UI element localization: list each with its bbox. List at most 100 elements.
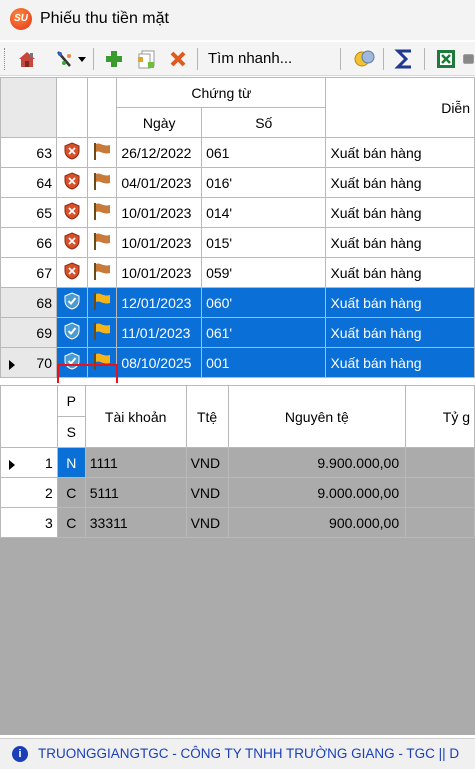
locked-shield-icon[interactable] [56, 257, 88, 288]
exchange-rate[interactable] [405, 477, 475, 508]
row-number[interactable]: 68 [0, 287, 57, 318]
voucher-number[interactable]: 015' [201, 227, 327, 258]
debit-credit-flag[interactable]: C [56, 477, 86, 508]
voucher-number[interactable]: 061' [201, 317, 327, 348]
account-code[interactable]: 33311 [84, 507, 187, 538]
sum-icon[interactable] [392, 46, 418, 72]
original-amount[interactable]: 900.000,00 [227, 507, 407, 538]
flag-icon[interactable] [86, 227, 118, 258]
voucher-description[interactable]: Xuất bán hàng [325, 257, 475, 288]
posted-shield-icon[interactable] [56, 287, 88, 318]
date-header[interactable]: Ngày [116, 107, 203, 138]
dropdown-icon[interactable] [76, 46, 88, 72]
voucher-number[interactable]: 001 [201, 347, 327, 378]
detail-row[interactable]: 3 C 33311 VND 900.000,00 [0, 507, 475, 538]
more-icon[interactable] [462, 46, 475, 72]
voucher-date[interactable]: 12/01/2023 [116, 287, 203, 318]
filter-icon[interactable] [52, 46, 78, 72]
row-number[interactable]: 3 [0, 507, 58, 538]
add-icon[interactable] [101, 46, 127, 72]
currency-header[interactable]: Ttệ [185, 385, 229, 448]
voucher-row[interactable]: 67 10/01/2023 059' Xuất bán hàng [0, 257, 475, 288]
voucher-description[interactable]: Xuất bán hàng [325, 347, 475, 378]
original-amount[interactable]: 9.900.000,00 [227, 447, 407, 478]
currency-code[interactable]: VND [185, 477, 229, 508]
detail-row[interactable]: 2 C 5111 VND 9.000.000,00 [0, 477, 475, 508]
currency-code[interactable]: VND [185, 447, 229, 478]
voucher-date[interactable]: 10/01/2023 [116, 227, 203, 258]
posted-shield-icon[interactable] [56, 317, 88, 348]
voucher-row[interactable]: 66 10/01/2023 015' Xuất bán hàng [0, 227, 475, 258]
currency-code[interactable]: VND [185, 507, 229, 538]
original-amount[interactable]: 9.000.000,00 [227, 477, 407, 508]
voucher-date[interactable]: 26/12/2022 [116, 137, 203, 168]
quick-search-field[interactable]: Tìm nhanh... [203, 47, 333, 71]
corner-header[interactable] [0, 77, 57, 138]
locked-shield-icon[interactable] [56, 137, 88, 168]
number-header[interactable]: Số [201, 107, 327, 138]
voucher-date[interactable]: 10/01/2023 [116, 257, 203, 288]
row-number[interactable]: 70 [0, 347, 57, 378]
flag-icon[interactable] [86, 287, 118, 318]
locked-shield-icon[interactable] [56, 227, 88, 258]
row-number[interactable]: 63 [0, 137, 57, 168]
voucher-date[interactable]: 08/10/2025 [116, 347, 203, 378]
description-header[interactable]: Diễn [325, 77, 475, 138]
voucher-row[interactable]: 68 12/01/2023 060' Xuất bán hàng [0, 287, 475, 318]
exchange-rate[interactable] [405, 447, 475, 478]
voucher-group-header[interactable]: Chứng từ [116, 77, 327, 108]
voucher-date[interactable]: 10/01/2023 [116, 197, 203, 228]
voucher-number[interactable]: 059' [201, 257, 327, 288]
toolbar-grip[interactable] [4, 48, 5, 70]
copy-icon[interactable] [134, 46, 160, 72]
row-number[interactable]: 64 [0, 167, 57, 198]
exchange-rate[interactable] [405, 507, 475, 538]
flag-icon[interactable] [86, 197, 118, 228]
excel-icon[interactable] [433, 46, 459, 72]
locked-shield-icon[interactable] [56, 197, 88, 228]
status-header[interactable] [56, 77, 88, 138]
p-header[interactable]: P [56, 385, 86, 417]
voucher-number[interactable]: 014' [201, 197, 327, 228]
locked-shield-icon[interactable] [56, 167, 88, 198]
flag-header[interactable] [86, 77, 118, 138]
row-number[interactable]: 2 [0, 477, 58, 508]
row-number[interactable]: 66 [0, 227, 57, 258]
search-coins-icon[interactable] [352, 46, 378, 72]
rate-header[interactable]: Tỷ g [405, 385, 475, 448]
row-number[interactable]: 67 [0, 257, 57, 288]
voucher-date[interactable]: 04/01/2023 [116, 167, 203, 198]
voucher-row[interactable]: 63 26/12/2022 061 Xuất bán hàng [0, 137, 475, 168]
delete-icon[interactable] [165, 46, 191, 72]
s-header[interactable]: S [56, 416, 86, 448]
detail-row[interactable]: 1 N 1111 VND 9.900.000,00 [0, 447, 475, 478]
flag-icon[interactable] [86, 317, 118, 348]
row-number[interactable]: 65 [0, 197, 57, 228]
debit-credit-flag[interactable]: N [56, 447, 86, 478]
voucher-number[interactable]: 016' [201, 167, 327, 198]
voucher-number[interactable]: 061 [201, 137, 327, 168]
voucher-row[interactable]: 65 10/01/2023 014' Xuất bán hàng [0, 197, 475, 228]
account-code[interactable]: 5111 [84, 477, 187, 508]
amount-header[interactable]: Nguyên tệ [227, 385, 407, 448]
flag-icon[interactable] [86, 137, 118, 168]
voucher-row[interactable]: 69 11/01/2023 061' Xuất bán hàng [0, 317, 475, 348]
account-header[interactable]: Tài khoản [84, 385, 187, 448]
debit-credit-flag[interactable]: C [56, 507, 86, 538]
voucher-description[interactable]: Xuất bán hàng [325, 317, 475, 348]
voucher-description[interactable]: Xuất bán hàng [325, 197, 475, 228]
voucher-number[interactable]: 060' [201, 287, 327, 318]
row-number[interactable]: 69 [0, 317, 57, 348]
voucher-description[interactable]: Xuất bán hàng [325, 227, 475, 258]
account-code[interactable]: 1111 [84, 447, 187, 478]
voucher-description[interactable]: Xuất bán hàng [325, 137, 475, 168]
voucher-description[interactable]: Xuất bán hàng [325, 167, 475, 198]
detail-corner-header[interactable] [0, 385, 58, 448]
voucher-description[interactable]: Xuất bán hàng [325, 287, 475, 318]
home-icon[interactable] [14, 46, 40, 72]
voucher-row[interactable]: 64 04/01/2023 016' Xuất bán hàng [0, 167, 475, 198]
flag-icon[interactable] [86, 257, 118, 288]
row-number[interactable]: 1 [0, 447, 58, 478]
voucher-date[interactable]: 11/01/2023 [116, 317, 203, 348]
flag-icon[interactable] [86, 167, 118, 198]
